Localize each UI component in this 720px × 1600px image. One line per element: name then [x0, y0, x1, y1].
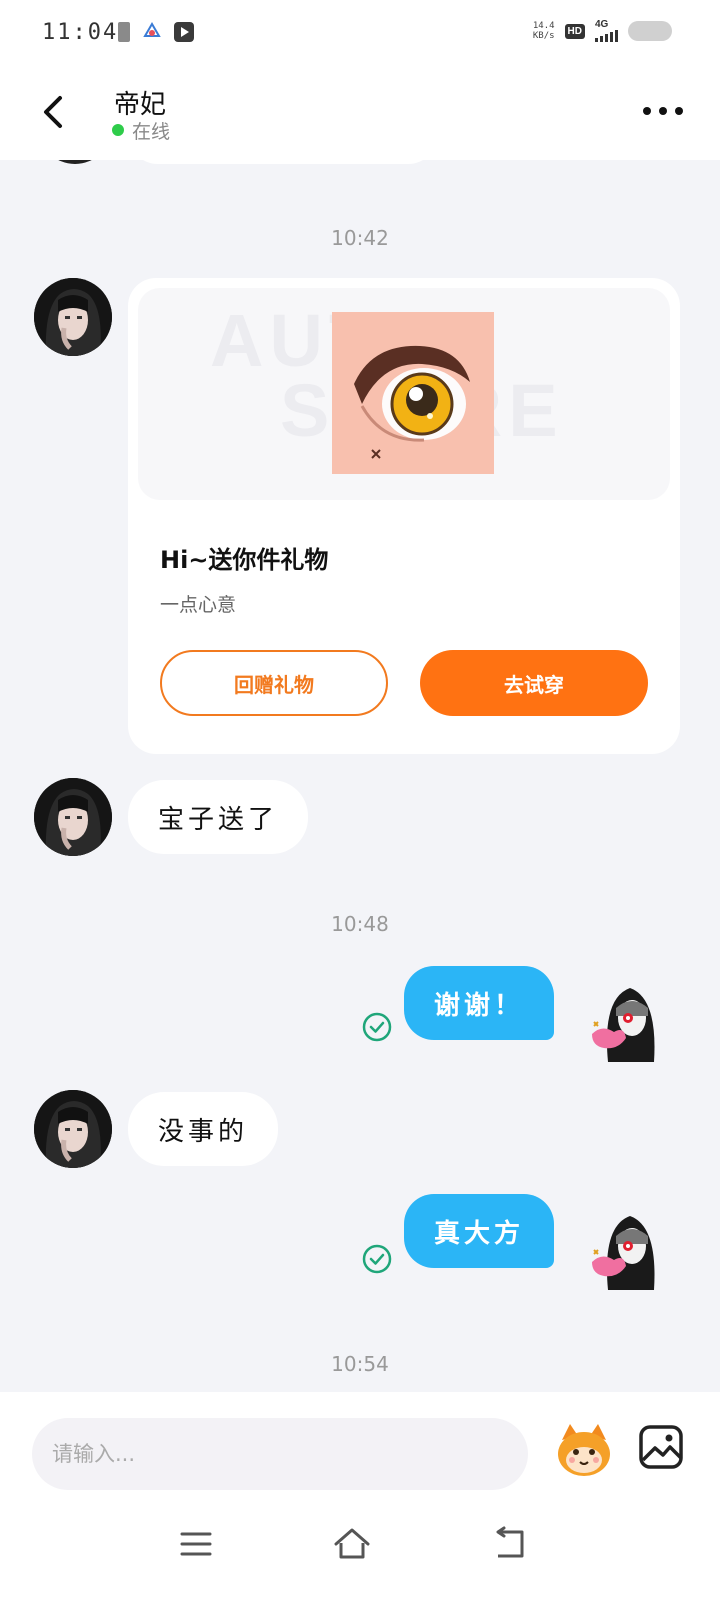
contact-avatar[interactable]: [34, 278, 112, 356]
status-icons-right: 14.4 KB/s HD 4G: [533, 20, 672, 42]
gift-media: AUTOR STORE: [138, 288, 670, 500]
status-bar: 11:04 14.4 KB/s HD 4G: [0, 0, 720, 66]
status-time: 11:04: [42, 20, 119, 45]
online-status-dot: [112, 124, 124, 136]
image-icon[interactable]: [636, 1422, 686, 1472]
message-timestamp: 10:48: [331, 912, 389, 936]
contact-name[interactable]: 帝妃: [114, 84, 166, 121]
message-bubble[interactable]: [128, 160, 438, 164]
more-icon[interactable]: [636, 96, 690, 126]
avatar[interactable]: [38, 160, 112, 164]
gift-eye-image[interactable]: [332, 312, 494, 474]
return-gift-button[interactable]: 回赠礼物: [160, 650, 388, 716]
incoming-message[interactable]: 没事的: [128, 1092, 279, 1166]
try-on-button[interactable]: 去试穿: [420, 650, 648, 716]
my-avatar-image: [592, 1216, 655, 1290]
incoming-message[interactable]: 宝子送了: [128, 780, 309, 854]
app-icon: [143, 22, 161, 37]
contact-avatar-image: [34, 278, 112, 356]
battery-icon: [628, 21, 672, 41]
contact-avatar[interactable]: [34, 778, 112, 856]
back-icon[interactable]: [490, 1524, 530, 1564]
network-type: 4G: [595, 19, 609, 30]
network-speed-value: 14.4: [532, 21, 555, 31]
sent-check-icon: [362, 1012, 392, 1042]
outgoing-message[interactable]: 谢谢！: [403, 966, 554, 1040]
message-timestamp: 10:42: [331, 226, 389, 250]
sent-check-icon: [362, 1244, 392, 1274]
contact-avatar[interactable]: [34, 1090, 112, 1168]
back-arrow-icon[interactable]: [30, 88, 78, 136]
chat-header: 帝妃 在线: [0, 66, 720, 160]
emoji-icon[interactable]: [552, 1416, 616, 1480]
signal-icon: 4G: [595, 20, 618, 42]
system-nav-bar: [0, 1496, 720, 1600]
my-avatar-image: [592, 988, 655, 1062]
media-play-icon: [174, 22, 194, 42]
home-icon[interactable]: [332, 1524, 372, 1564]
gift-title: Hi~送你件礼物: [160, 546, 329, 574]
message-input[interactable]: [32, 1418, 528, 1490]
gift-subtitle: 一点心意: [160, 594, 237, 616]
contact-avatar-image: [34, 778, 112, 856]
network-speed-unit: KB/s: [532, 31, 555, 41]
status-icons-left: [118, 22, 194, 42]
outgoing-message[interactable]: 真大方: [403, 1194, 554, 1268]
sim-icon: [118, 22, 130, 42]
message-input-bar: [0, 1392, 720, 1496]
message-timestamp: 10:54: [331, 1352, 389, 1376]
my-avatar[interactable]: [588, 978, 672, 1062]
hd-badge: HD: [564, 23, 585, 39]
menu-icon[interactable]: [176, 1524, 216, 1564]
online-status-text: 在线: [132, 121, 171, 143]
gift-card[interactable]: AUTOR STORE Hi~送你件礼物 一点心意 回赠礼物 去试穿: [128, 278, 680, 754]
chat-message-list[interactable]: 10:42 AUTOR STORE: [0, 160, 720, 1392]
contact-avatar-image: [34, 1090, 112, 1168]
my-avatar[interactable]: [588, 1206, 672, 1290]
network-speed: 14.4 KB/s: [533, 21, 555, 41]
